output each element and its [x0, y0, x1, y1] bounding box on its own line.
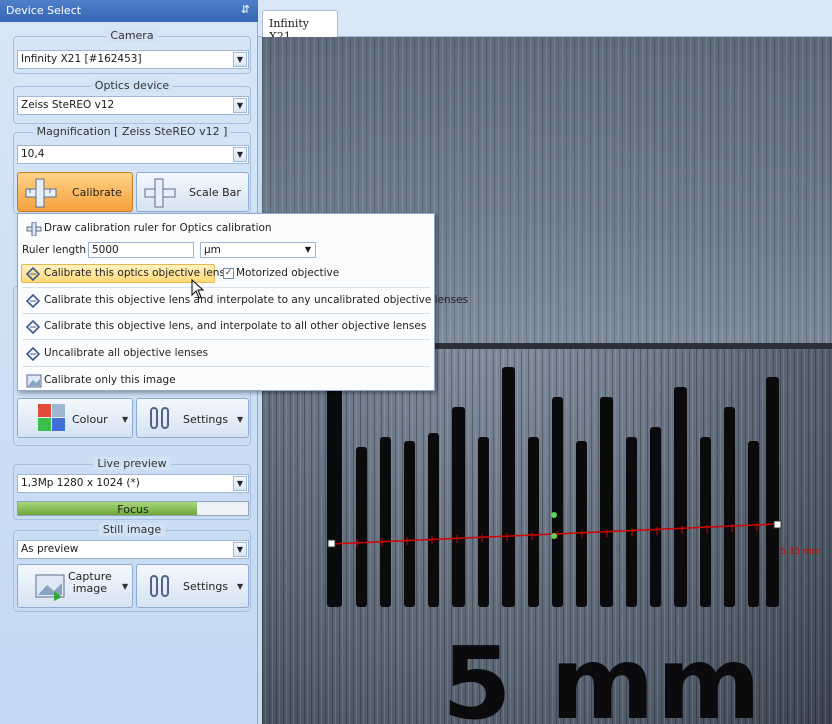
colour-button-label: Colour — [72, 413, 108, 426]
wrench-icon — [150, 407, 169, 429]
ruler-icon — [26, 222, 42, 236]
pin-icon[interactable]: ⇵ — [241, 3, 250, 16]
dropdown-arrow-icon: ▼ — [237, 415, 244, 424]
camera-select-value: Infinity X21 [#162453] — [21, 53, 142, 65]
chevron-down-icon[interactable]: ▼ — [233, 476, 247, 491]
colour-icon — [38, 404, 65, 431]
still-settings-button[interactable]: Settings ▼ — [136, 564, 249, 608]
scale-bar-button[interactable]: Scale Bar — [136, 172, 249, 212]
live-preview-value: 1,3Mp 1280 x 1024 (*) — [21, 477, 140, 489]
calibrate-lens-icon — [26, 294, 40, 308]
camera-image-icon — [35, 574, 65, 601]
scale-bar-button-label: Scale Bar — [189, 186, 241, 199]
measure-handle-center — [551, 533, 557, 539]
image-settings-label: Settings — [183, 413, 229, 426]
magnification-group-title: Magnification [ Zeiss SteREO v12 ] — [32, 125, 232, 138]
menu-separator — [22, 287, 430, 288]
dropdown-arrow-icon: ▼ — [122, 582, 129, 591]
live-preview-title: Live preview — [93, 457, 171, 470]
focus-label: Focus — [117, 503, 149, 516]
capture-image-button[interactable]: Capture image ▼ — [17, 564, 133, 608]
camera-select[interactable]: Infinity X21 [#162453] ▼ — [17, 50, 249, 69]
menu-separator — [22, 366, 430, 367]
calibrate-dropdown-menu: Draw calibration ruler for Optics calibr… — [17, 213, 468, 391]
live-preview-select[interactable]: 1,3Mp 1280 x 1024 (*) ▼ — [17, 474, 249, 493]
calibrate-lens-icon — [26, 347, 40, 361]
panel-header: Device Select ⇵ — [0, 0, 258, 22]
mouse-cursor-icon — [191, 279, 205, 299]
calibrate-button-label: Calibrate — [72, 186, 122, 199]
chevron-down-icon[interactable]: ▼ — [233, 542, 247, 557]
calibrate-button[interactable]: Calibrate — [17, 172, 133, 212]
motorized-objective-label: Motorized objective — [236, 267, 340, 279]
measure-handle-left — [327, 539, 336, 548]
still-settings-label: Settings — [183, 580, 229, 593]
optics-select[interactable]: Zeiss SteREO v12 ▼ — [17, 96, 249, 115]
scale-bar-icon — [144, 178, 176, 208]
chevron-down-icon[interactable]: ▼ — [233, 147, 247, 162]
measure-handle-rotate — [551, 512, 557, 518]
unit-select[interactable]: µm ▼ — [200, 242, 316, 258]
menu-separator — [22, 313, 430, 314]
dropdown-arrow-icon: ▼ — [122, 415, 129, 424]
calibrate-lens-icon — [26, 267, 40, 281]
measure-handle-right — [773, 520, 782, 529]
focus-bar: Focus — [17, 501, 249, 516]
chevron-down-icon[interactable]: ▼ — [233, 98, 247, 113]
motorized-objective-checkbox[interactable]: ✓ — [223, 268, 234, 279]
menu-separator — [22, 339, 430, 340]
ruler-icon — [25, 178, 57, 208]
wrench-icon — [150, 575, 169, 597]
still-image-select[interactable]: As preview ▼ — [17, 540, 249, 559]
tab-infinity-x21[interactable]: Infinity X21 — [262, 10, 338, 43]
dropdown-arrow-icon: ▼ — [237, 582, 244, 591]
calibrate-lens-icon — [26, 320, 40, 334]
chevron-down-icon[interactable]: ▼ — [233, 52, 247, 67]
camera-group-title: Camera — [106, 29, 158, 42]
ruler-length-input[interactable]: 5000 — [88, 242, 194, 258]
chevron-down-icon[interactable]: ▼ — [305, 245, 311, 254]
document-tab-bar: Infinity X21 — [258, 0, 832, 43]
colour-button[interactable]: Colour ▼ — [17, 398, 133, 438]
optics-group-title: Optics device — [90, 79, 174, 92]
panel-title: Device Select — [6, 4, 82, 17]
optics-select-value: Zeiss SteREO v12 — [21, 99, 115, 111]
magnification-select[interactable]: 10,4 ▼ — [17, 145, 249, 164]
still-image-value: As preview — [21, 543, 79, 555]
unit-select-value: µm — [204, 244, 221, 256]
image-icon — [26, 374, 42, 388]
still-image-title: Still image — [98, 523, 166, 536]
image-settings-button[interactable]: Settings ▼ — [136, 398, 249, 438]
capture-label-line2: image — [72, 582, 107, 595]
magnification-select-value: 10,4 — [21, 148, 45, 160]
measure-readout: 5,35 mm — [780, 547, 821, 557]
